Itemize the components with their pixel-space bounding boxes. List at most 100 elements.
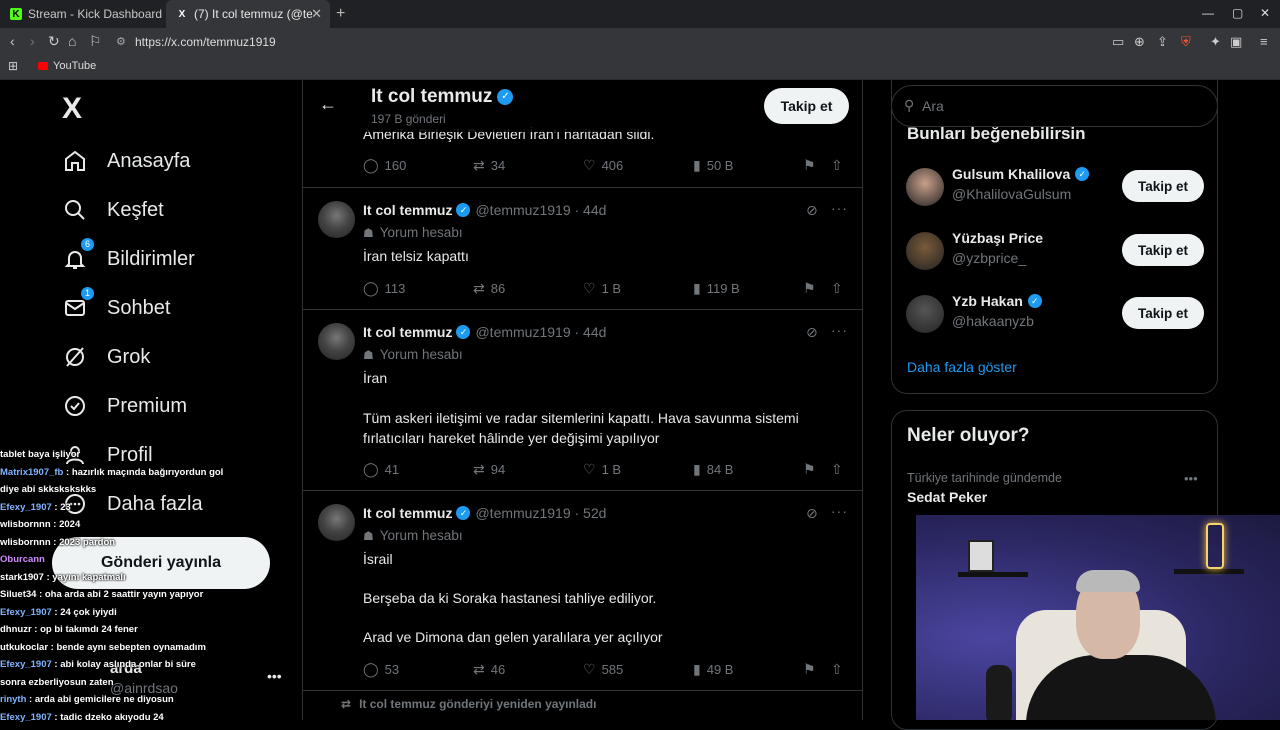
close-tab-icon[interactable]: ✕ — [311, 6, 322, 22]
apps-grid-icon[interactable]: ⊞ — [8, 59, 18, 73]
views-button[interactable]: ▮ 50 B — [693, 157, 733, 174]
bookmark-button[interactable]: ⚑ — [803, 461, 822, 478]
share-icon: ⇧ — [831, 280, 843, 296]
tweet-author[interactable]: It col temmuz ✓ @temmuz1919 · 44d — [363, 324, 606, 340]
trend-more-icon[interactable]: ••• — [1184, 471, 1198, 486]
repost-button[interactable]: ⇄ 86 — [473, 280, 505, 297]
chat-message: Siluet34 : oha arda abi 2 saattir yayın … — [0, 586, 300, 604]
back-arrow-icon[interactable]: ← — [319, 94, 337, 115]
repost-button[interactable]: ⇄ 46 — [473, 661, 505, 678]
home-icon[interactable]: ⌂ — [68, 33, 76, 49]
grok-explain-icon[interactable]: ⊘ — [806, 505, 818, 522]
nav-item-explore[interactable]: Keşfet — [62, 190, 164, 230]
repost-button[interactable]: ⇄ 34 — [473, 157, 505, 174]
wallet-icon[interactable]: ▣ — [1230, 34, 1242, 50]
account-label-text: Yorum hesabı — [379, 225, 463, 240]
suggestion-name[interactable]: Gulsum Khalilova ✓ — [952, 166, 1090, 182]
follow-button[interactable]: Takip et — [764, 88, 849, 124]
youtube-icon — [38, 62, 48, 70]
avatar[interactable] — [906, 295, 944, 333]
bookmark-icon: ⚑ — [803, 157, 816, 173]
suggestion-name[interactable]: Yzb Hakan ✓ — [952, 293, 1042, 309]
reply-button[interactable]: ◯ 53 — [363, 661, 399, 678]
search-box[interactable]: ⚲ Ara — [891, 85, 1218, 127]
maximize-icon[interactable]: ▢ — [1232, 6, 1243, 20]
extensions-icon[interactable]: ✦ — [1210, 34, 1221, 50]
avatar[interactable] — [318, 323, 355, 360]
suggestion-item[interactable]: Yüzbaşı Price @yzbprice_ Takip et — [892, 228, 1217, 278]
reply-button[interactable]: ◯ 41 — [363, 461, 399, 478]
trend-name[interactable]: Sedat Peker — [907, 489, 987, 505]
forward-icon[interactable]: › — [30, 33, 35, 49]
views-button[interactable]: ▮ 84 B — [693, 461, 733, 478]
follow-button[interactable]: Takip et — [1122, 234, 1204, 266]
x-logo-icon[interactable]: X — [62, 92, 82, 126]
brave-shield-icon[interactable]: ⛨ — [1181, 34, 1191, 50]
bookmark-button[interactable]: ⚑ — [803, 157, 822, 174]
share-button[interactable]: ⇧ — [831, 280, 849, 297]
avatar[interactable] — [318, 201, 355, 238]
show-more-link[interactable]: Daha fazla göster — [907, 359, 1017, 375]
chat-username: stark1907 — [0, 571, 44, 583]
tweet-author[interactable]: It col temmuz ✓ @temmuz1919 · 44d — [363, 202, 606, 218]
suggestion-item[interactable]: Yzb Hakan ✓ @hakaanyzb Takip et — [892, 291, 1217, 341]
tweet-more-icon[interactable]: ··· — [831, 322, 848, 338]
follow-button[interactable]: Takip et — [1122, 297, 1204, 329]
tab-x-profile[interactable]: X (7) It col temmuz (@temmuz1919 ✕ — [166, 0, 330, 28]
site-info-icon[interactable]: ⚙ — [116, 31, 126, 53]
reload-icon[interactable]: ↻ — [48, 33, 60, 50]
cast-icon[interactable]: ▭ — [1112, 34, 1124, 50]
like-button[interactable]: ♡ 1 B — [583, 280, 621, 297]
share-icon: ⇧ — [831, 157, 843, 173]
reply-button[interactable]: ◯ 160 — [363, 157, 406, 174]
like-button[interactable]: ♡ 406 — [583, 157, 623, 174]
tweet-author[interactable]: It col temmuz ✓ @temmuz1919 · 52d — [363, 505, 606, 521]
share-button[interactable]: ⇧ — [831, 661, 849, 678]
reply-button[interactable]: ◯ 113 — [363, 280, 405, 297]
suggestion-name[interactable]: Yüzbaşı Price — [952, 230, 1043, 246]
nav-item-home[interactable]: Anasayfa — [62, 141, 190, 181]
grok-explain-icon[interactable]: ⊘ — [806, 202, 818, 219]
avatar[interactable] — [318, 504, 355, 541]
like-button[interactable]: ♡ 585 — [583, 661, 623, 678]
avatar[interactable] — [906, 232, 944, 270]
nav-item-grok[interactable]: Grok — [62, 337, 150, 377]
suggestion-item[interactable]: Gulsum Khalilova ✓ @KhalilovaGulsum Takip… — [892, 164, 1217, 214]
minimize-icon[interactable]: — — [1202, 6, 1214, 20]
tab-kick-dashboard[interactable]: K Stream - Kick Dashboard — [0, 0, 166, 28]
close-window-icon[interactable]: ✕ — [1260, 6, 1270, 20]
nav-item-messages[interactable]: 1 Sohbet — [62, 287, 170, 328]
tweet[interactable]: It col temmuz ✓ @temmuz1919 · 44d ⊘ ··· … — [303, 187, 862, 309]
tweet[interactable]: It col temmuz ✓ @temmuz1919 · 52d ⊘ ··· … — [303, 490, 862, 690]
search-input[interactable]: Ara — [922, 98, 944, 114]
avatar[interactable] — [906, 168, 944, 206]
repost-count: 46 — [490, 662, 506, 677]
bookmark-youtube[interactable]: YouTube — [38, 60, 96, 72]
repost-note[interactable]: ⇄ It col temmuz gönderiyi yeniden yayınla… — [341, 697, 596, 711]
bookmark-button[interactable]: ⚑ — [803, 661, 822, 678]
address-bar[interactable]: ⚙ https://x.com/temmuz1919 — [110, 31, 1100, 53]
like-button[interactable]: ♡ 1 B — [583, 461, 621, 478]
share-button[interactable]: ⇧ — [831, 461, 849, 478]
zoom-icon[interactable]: ⊕ — [1134, 34, 1145, 50]
grok-explain-icon[interactable]: ⊘ — [806, 324, 818, 341]
menu-icon[interactable]: ≡ — [1260, 34, 1268, 49]
views-button[interactable]: ▮ 119 B — [693, 280, 740, 297]
tweet-more-icon[interactable]: ··· — [831, 200, 848, 216]
new-tab-icon[interactable]: + — [336, 5, 345, 23]
share-button[interactable]: ⇧ — [831, 157, 849, 174]
share-icon[interactable]: ⇪ — [1157, 34, 1168, 50]
bookmark-page-icon[interactable]: ⚐ — [89, 33, 102, 50]
back-icon[interactable]: ‹ — [10, 33, 15, 49]
follow-button[interactable]: Takip et — [1122, 170, 1204, 202]
bookmark-button[interactable]: ⚑ — [803, 280, 822, 297]
heart-icon: ♡ — [583, 280, 596, 296]
nav-item-premium[interactable]: Premium — [62, 386, 187, 426]
nav-item-notifications[interactable]: 6 Bildirimler — [62, 238, 195, 279]
tweet-more-icon[interactable]: ··· — [831, 503, 848, 519]
views-button[interactable]: ▮ 49 B — [693, 661, 733, 678]
chat-text: tablet baya işliyor — [0, 449, 81, 460]
tweet[interactable]: It col temmuz ✓ @temmuz1919 · 44d ⊘ ··· … — [303, 309, 862, 490]
bookmark-icon: ⚑ — [803, 280, 816, 296]
repost-button[interactable]: ⇄ 94 — [473, 461, 505, 478]
